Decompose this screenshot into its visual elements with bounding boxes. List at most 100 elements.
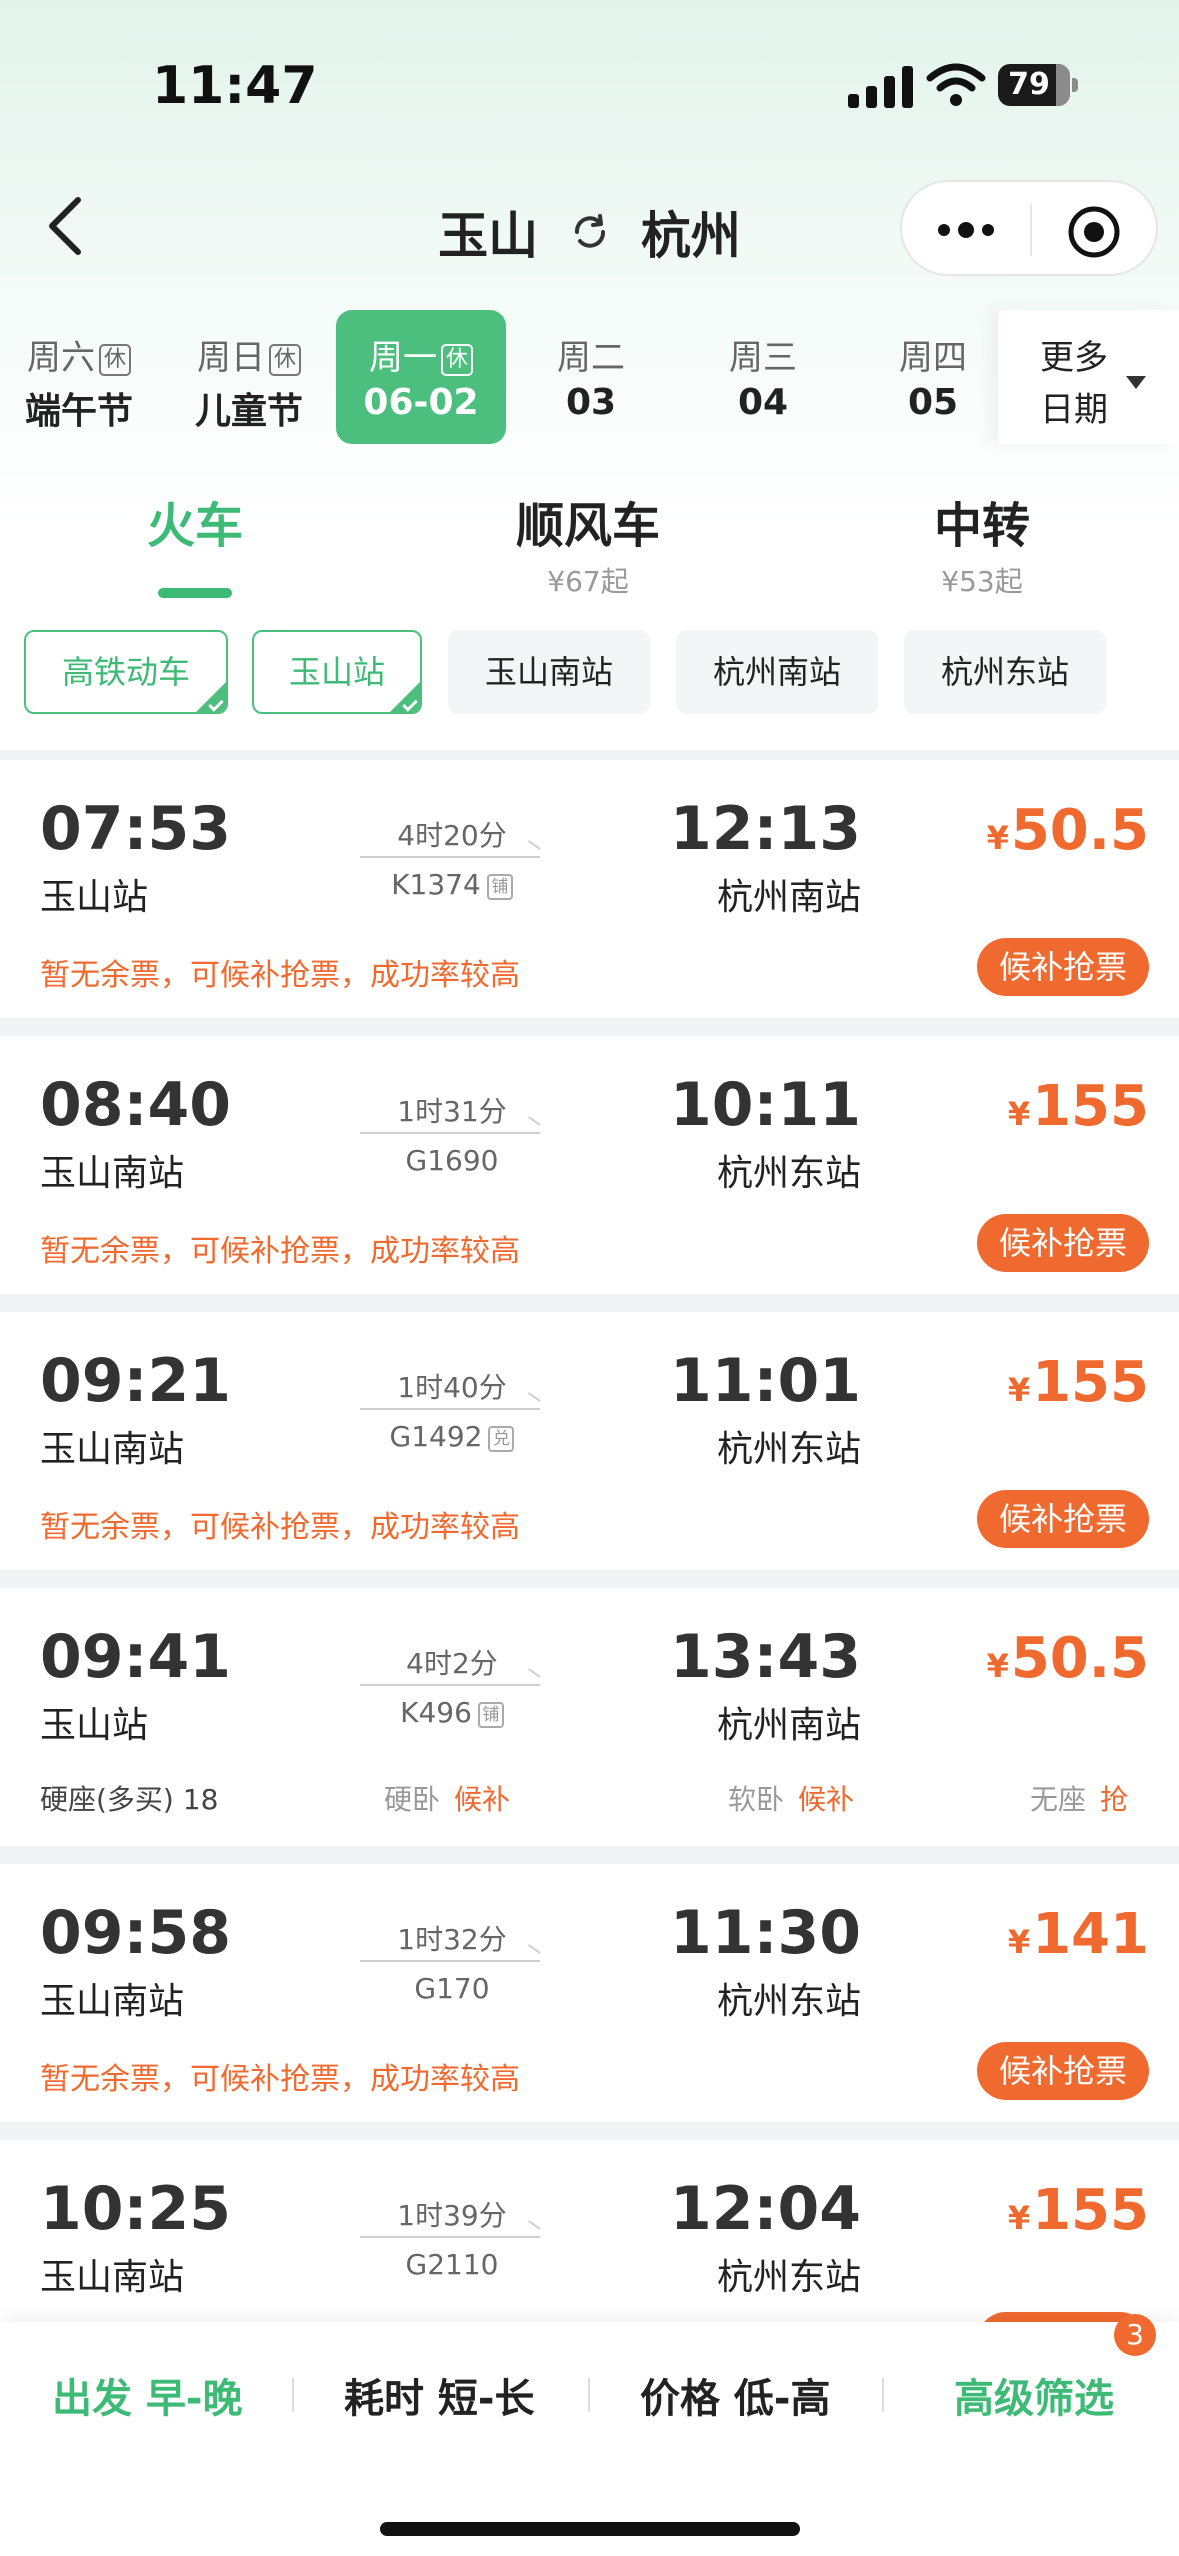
sort-by-price[interactable]: 价格 低-高 (640, 2366, 831, 2424)
more-dates-button[interactable]: 更多 日期 (998, 310, 1179, 444)
date-label: 端午节 (24, 391, 133, 432)
train-number: G170 (414, 1972, 490, 2005)
more-options-icon[interactable] (934, 210, 998, 250)
price-value: 155 (1032, 2178, 1149, 2243)
waitlist-button[interactable]: 候补抢票 (977, 1490, 1149, 1548)
waitlist-note: 暂无余票，可候补抢票，成功率较高 (40, 2062, 520, 2097)
waitlist-note: 暂无余票，可候补抢票，成功率较高 (40, 1510, 520, 1545)
train-card[interactable]: 09:41 玉山站 4时2分 K496 铺 13:43 杭州南站 ¥50.5 硬座… (0, 1588, 1179, 1846)
waitlist-button[interactable]: 候补抢票 (977, 938, 1149, 996)
train-tag-badge: 铺 (477, 1702, 504, 1728)
waitlist-button[interactable]: 候补抢票 (977, 1214, 1149, 1272)
price-value: 141 (1032, 1902, 1149, 1967)
arrival-station: 杭州东站 (716, 1429, 861, 1470)
date-tab[interactable]: 周日休 儿童节 (164, 310, 334, 444)
tab-train[interactable]: 火车 (45, 486, 345, 556)
arrival-time: 13:43 (670, 1622, 861, 1692)
tab-price-hint: ¥53起 (941, 565, 1023, 598)
home-indicator[interactable] (380, 2522, 800, 2536)
train-card[interactable]: 09:21 玉山南站 1时40分 G1492 兑 11:01 杭州东站 ¥155 … (0, 1312, 1179, 1570)
train-card[interactable]: 09:58 玉山南站 1时32分 G170 11:30 杭州东站 ¥141 暂无… (0, 1864, 1179, 2122)
price-value: 155 (1032, 1350, 1149, 1415)
route-arrow (360, 1408, 540, 1410)
tab-carpool[interactable]: 顺风车 ¥67起 (438, 486, 738, 600)
travel-duration: 1时32分 (397, 1923, 507, 1956)
departure-time: 10:25 (40, 2174, 231, 2244)
date-label: 06-02 (363, 382, 479, 423)
filter-chip-high-speed[interactable]: 高铁动车 (24, 630, 228, 714)
back-icon[interactable] (36, 190, 96, 262)
tab-price-hint: ¥67起 (547, 565, 629, 598)
sort-filter-bar: 出发 早-晚 耗时 短-长 价格 低-高 高级筛选 3 (0, 2314, 1179, 2556)
more-dates-label: 更多 (1040, 338, 1108, 378)
date-selector: 周六休 端午节 周日休 儿童节 周一休 06-02 周二 03 周三 04 周四… (0, 310, 1179, 450)
sort-by-duration[interactable]: 耗时 短-长 (344, 2366, 535, 2424)
wifi-icon (926, 63, 986, 106)
route-arrow (360, 1684, 540, 1686)
seat-status: 候补 (454, 1783, 511, 1816)
tab-label: 顺风车 (515, 498, 660, 554)
train-number-text: K1374 (391, 868, 481, 901)
close-mini-program-icon[interactable] (1066, 204, 1122, 260)
date-tab[interactable]: 周六休 端午节 (0, 310, 164, 444)
chip-label: 高铁动车 (61, 653, 190, 691)
seat-soft-sleeper[interactable]: 软卧 候补 (728, 1778, 854, 1818)
ticket-price: ¥50.5 (987, 1626, 1149, 1691)
filter-chip-hangzhou-east[interactable]: 杭州东站 (904, 630, 1106, 714)
holiday-badge: 休 (269, 344, 301, 376)
route-arrow (360, 2236, 540, 2238)
departure-station: 玉山站 (40, 877, 149, 918)
tab-transfer[interactable]: 中转 ¥53起 (832, 486, 1132, 600)
departure-station: 玉山南站 (40, 1429, 185, 1470)
waitlist-note: 暂无余票，可候补抢票，成功率较高 (40, 1234, 520, 1269)
departure-station: 玉山站 (40, 1705, 149, 1746)
date-tab[interactable]: 周二 03 (506, 310, 676, 444)
price-value: 50.5 (1010, 1626, 1149, 1691)
currency-symbol: ¥ (1007, 2199, 1031, 2237)
seat-status: 抢 (1100, 1783, 1129, 1816)
route-arrow (360, 1132, 540, 1134)
departure-time: 09:58 (40, 1898, 231, 1968)
filter-chip-yushan-south[interactable]: 玉山南站 (448, 630, 650, 714)
filter-chip-hangzhou-south[interactable]: 杭州南站 (676, 630, 878, 714)
date-label: 05 (907, 382, 959, 423)
departure-time: 07:53 (40, 794, 231, 864)
train-card[interactable]: 07:53 玉山站 4时20分 K1374 铺 12:13 杭州南站 ¥50.5 … (0, 760, 1179, 1018)
battery-level: 79 (1008, 67, 1050, 102)
arrival-station: 杭州南站 (716, 1705, 861, 1746)
chip-label: 玉山站 (288, 653, 385, 691)
status-time: 11:47 (152, 56, 318, 116)
train-number: G2110 (405, 2248, 499, 2281)
arrival-time: 12:13 (670, 794, 861, 864)
price-value: 50.5 (1010, 798, 1149, 863)
weekday-label: 周六 (27, 338, 95, 378)
advanced-filter-button[interactable]: 高级筛选 (954, 2366, 1114, 2424)
date-tab[interactable]: 周四 05 (848, 310, 1018, 444)
date-tab[interactable]: 周三 04 (678, 310, 848, 444)
seat-no-seat[interactable]: 无座抢 (1030, 1778, 1128, 1818)
train-number: K1374 铺 (360, 868, 544, 901)
departure-station: 玉山南站 (40, 1981, 185, 2022)
train-tag-badge: 铺 (486, 874, 513, 900)
currency-symbol: ¥ (986, 1647, 1009, 1685)
date-tab-selected[interactable]: 周一休 06-02 (336, 310, 506, 444)
chevron-down-icon (1126, 376, 1146, 389)
ticket-price: ¥155 (1008, 1074, 1149, 1139)
filter-chip-yushan-station[interactable]: 玉山站 (252, 630, 422, 714)
waitlist-button[interactable]: 候补抢票 (977, 2042, 1149, 2100)
train-card[interactable]: 10:25 玉山南站 1时39分 G2110 12:04 杭州东站 ¥155 (0, 2140, 1179, 2352)
weekday-label: 周日 (197, 338, 265, 378)
chip-label: 杭州东站 (940, 653, 1069, 691)
date-label: 儿童节 (194, 391, 303, 432)
train-card[interactable]: 08:40 玉山南站 1时31分 G1690 10:11 杭州东站 ¥155 暂… (0, 1036, 1179, 1294)
date-label: 03 (565, 382, 617, 423)
arrival-time: 10:11 (670, 1070, 861, 1140)
chip-label: 玉山南站 (484, 653, 613, 691)
train-number: G1492 兑 (360, 1420, 544, 1453)
seat-type: 硬卧 (384, 1783, 441, 1816)
sort-by-departure[interactable]: 出发 早-晚 (52, 2366, 243, 2424)
ticket-price: ¥141 (1008, 1902, 1149, 1967)
arrival-time: 12:04 (670, 2174, 861, 2244)
departure-time: 08:40 (40, 1070, 231, 1140)
seat-hard-sleeper[interactable]: 硬卧 候补 (384, 1778, 510, 1818)
